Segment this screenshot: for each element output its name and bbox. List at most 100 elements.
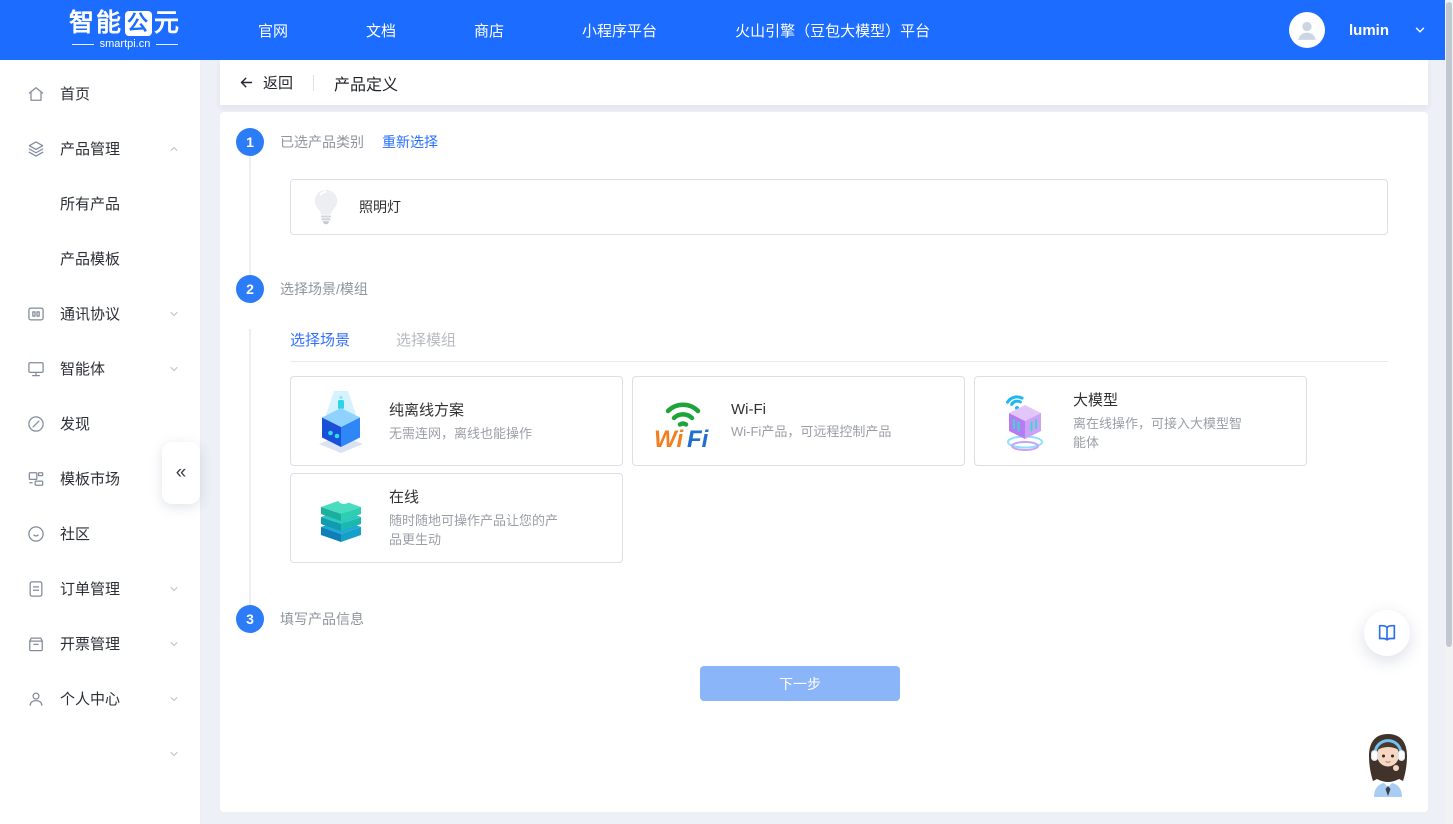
topbar: 智能公元 smartpi.cn 官网 文档 商店 小程序平台 火山引擎（豆包大模… <box>0 0 1453 60</box>
sidebar-menu: 首页 产品管理 所有产品 产品模板 通讯协议 智能体 <box>0 60 200 781</box>
sidebar-item-agents[interactable]: 智能体 <box>0 341 200 396</box>
sidebar-item-home[interactable]: 首页 <box>0 66 200 121</box>
scene-card-text: 大模型 离在线操作，可接入大模型智能体 <box>1073 389 1251 453</box>
page-header: 返回 产品定义 <box>220 60 1428 105</box>
sidebar-item-label: 智能体 <box>60 358 105 379</box>
chevron-down-icon[interactable] <box>168 583 180 595</box>
step1-body: 照明灯 <box>249 156 1406 275</box>
scene-title: 大模型 <box>1073 389 1251 410</box>
lightbulb-icon <box>311 188 341 226</box>
docs-floating-button[interactable] <box>1364 610 1410 656</box>
sidebar-item-orders[interactable]: 订单管理 <box>0 561 200 616</box>
chevron-down-icon[interactable] <box>1413 23 1427 37</box>
page-title: 产品定义 <box>334 71 398 95</box>
sidebar-item-label: 社区 <box>60 523 90 544</box>
scene-card-online[interactable]: 在线 随时随地可操作产品让您的产品更生动 <box>290 473 623 563</box>
scene-card-text: 纯离线方案 无需连网，离线也能操作 <box>389 399 532 444</box>
wifi-logo-icon: Wi Fi <box>651 389 715 453</box>
topbar-user-area: lumin <box>1289 0 1427 60</box>
user-icon <box>26 689 46 709</box>
sidebar-item-label: 产品模板 <box>60 248 120 269</box>
user-avatar[interactable] <box>1289 12 1325 48</box>
brand-logo[interactable]: 智能公元 smartpi.cn <box>40 10 210 50</box>
scene-card-text: 在线 随时随地可操作产品让您的产品更生动 <box>389 486 567 550</box>
sidebar-item-invoicing[interactable]: 开票管理 <box>0 616 200 671</box>
reselect-link[interactable]: 重新选择 <box>382 132 438 152</box>
compass-icon <box>26 414 46 434</box>
scene-card-offline[interactable]: 纯离线方案 无需连网，离线也能操作 <box>290 376 623 466</box>
template-market-icon <box>26 469 46 489</box>
selected-product-card[interactable]: 照明灯 <box>290 179 1388 235</box>
step2-indicator: 2 <box>236 275 264 303</box>
sidebar-item-protocols[interactable]: 通讯协议 <box>0 286 200 341</box>
step3-header: 3 填写产品信息 <box>236 605 1406 633</box>
step1-header: 1 已选产品类别 重新选择 <box>236 128 1406 156</box>
brand-domain: smartpi.cn <box>72 38 179 50</box>
sidebar-item-profile[interactable]: 个人中心 <box>0 671 200 726</box>
sidebar-item-product-management[interactable]: 产品管理 <box>0 121 200 176</box>
nav-store[interactable]: 商店 <box>474 20 504 41</box>
sidebar-collapse-button[interactable]: « <box>162 442 200 504</box>
sidebar-item-extra[interactable] <box>0 726 200 781</box>
community-smile-icon <box>26 524 46 544</box>
tab-select-module[interactable]: 选择模组 <box>396 329 456 350</box>
chevron-down-icon[interactable] <box>168 308 180 320</box>
order-document-icon <box>26 579 46 599</box>
chevron-down-icon[interactable] <box>168 363 180 375</box>
chevron-up-icon[interactable] <box>168 143 180 155</box>
selected-product-name: 照明灯 <box>359 197 401 217</box>
scene-title: 纯离线方案 <box>389 399 532 420</box>
customer-service-girl-icon <box>1360 730 1416 798</box>
product-definition-panel: 1 已选产品类别 重新选择 照明灯 2 选择场景/模组 选择 <box>220 112 1428 812</box>
nav-official-site[interactable]: 官网 <box>258 20 288 41</box>
chevron-down-icon[interactable] <box>168 638 180 650</box>
nav-docs[interactable]: 文档 <box>366 20 396 41</box>
scene-module-tabs: 选择场景 选择模组 <box>290 329 1388 362</box>
nav-miniprogram-platform[interactable]: 小程序平台 <box>582 20 657 41</box>
scene-card-text: Wi-Fi Wi-Fi产品，可远程控制产品 <box>731 401 891 442</box>
back-button[interactable]: 返回 <box>238 72 293 93</box>
protocol-card-icon <box>26 304 46 324</box>
scene-title: 在线 <box>389 486 567 507</box>
step2-body: 选择场景 选择模组 <box>249 329 1406 605</box>
layers-icon <box>26 139 46 159</box>
sidebar-item-community[interactable]: 社区 <box>0 506 200 561</box>
sidebar-subitem-all-products[interactable]: 所有产品 <box>0 176 200 231</box>
next-step-button[interactable]: 下一步 <box>700 666 900 701</box>
llm-box-icon <box>993 389 1057 453</box>
scrollbar-thumb[interactable] <box>1446 2 1452 647</box>
scene-title: Wi-Fi <box>731 401 891 418</box>
sidebar-item-label: 产品管理 <box>60 138 120 159</box>
step1-indicator: 1 <box>236 128 264 156</box>
collapse-chevrons-icon: « <box>176 462 187 484</box>
scene-desc: Wi-Fi产品，可远程控制产品 <box>731 423 891 442</box>
header-divider <box>313 75 314 91</box>
online-stack-icon <box>309 486 373 550</box>
step1-label: 已选产品类别 <box>280 132 364 152</box>
chevron-down-icon[interactable] <box>168 693 180 705</box>
scene-card-llm[interactable]: 大模型 离在线操作，可接入大模型智能体 <box>974 376 1307 466</box>
sidebar-item-label: 发现 <box>60 413 90 434</box>
assistant-avatar[interactable] <box>1360 730 1416 798</box>
vertical-scrollbar[interactable] <box>1445 0 1453 824</box>
username[interactable]: lumin <box>1349 22 1389 39</box>
scene-card-wifi[interactable]: Wi Fi Wi-Fi Wi-Fi产品，可远程控制产品 <box>632 376 965 466</box>
open-book-icon <box>1376 622 1398 644</box>
sidebar-item-label: 开票管理 <box>60 633 120 654</box>
next-button-row: 下一步 <box>236 666 1406 701</box>
scene-desc: 随时随地可操作产品让您的产品更生动 <box>389 512 567 550</box>
sidebar-subitem-product-templates[interactable]: 产品模板 <box>0 231 200 286</box>
back-arrow-icon <box>238 74 255 91</box>
tab-select-scene[interactable]: 选择场景 <box>290 329 350 350</box>
back-label: 返回 <box>263 72 293 93</box>
scene-card-grid: 纯离线方案 无需连网，离线也能操作 Wi Fi Wi-Fi Wi-Fi产品， <box>290 376 1406 563</box>
sidebar-item-label: 个人中心 <box>60 688 120 709</box>
chevron-down-icon[interactable] <box>168 748 180 760</box>
nav-volcengine-platform[interactable]: 火山引擎（豆包大模型）平台 <box>735 20 930 41</box>
scene-desc: 无需连网，离线也能操作 <box>389 425 532 444</box>
home-icon <box>26 84 46 104</box>
person-icon <box>1293 16 1321 44</box>
sidebar-item-label: 通讯协议 <box>60 303 120 324</box>
offline-cube-icon <box>309 389 373 453</box>
sidebar-item-label: 订单管理 <box>60 578 120 599</box>
